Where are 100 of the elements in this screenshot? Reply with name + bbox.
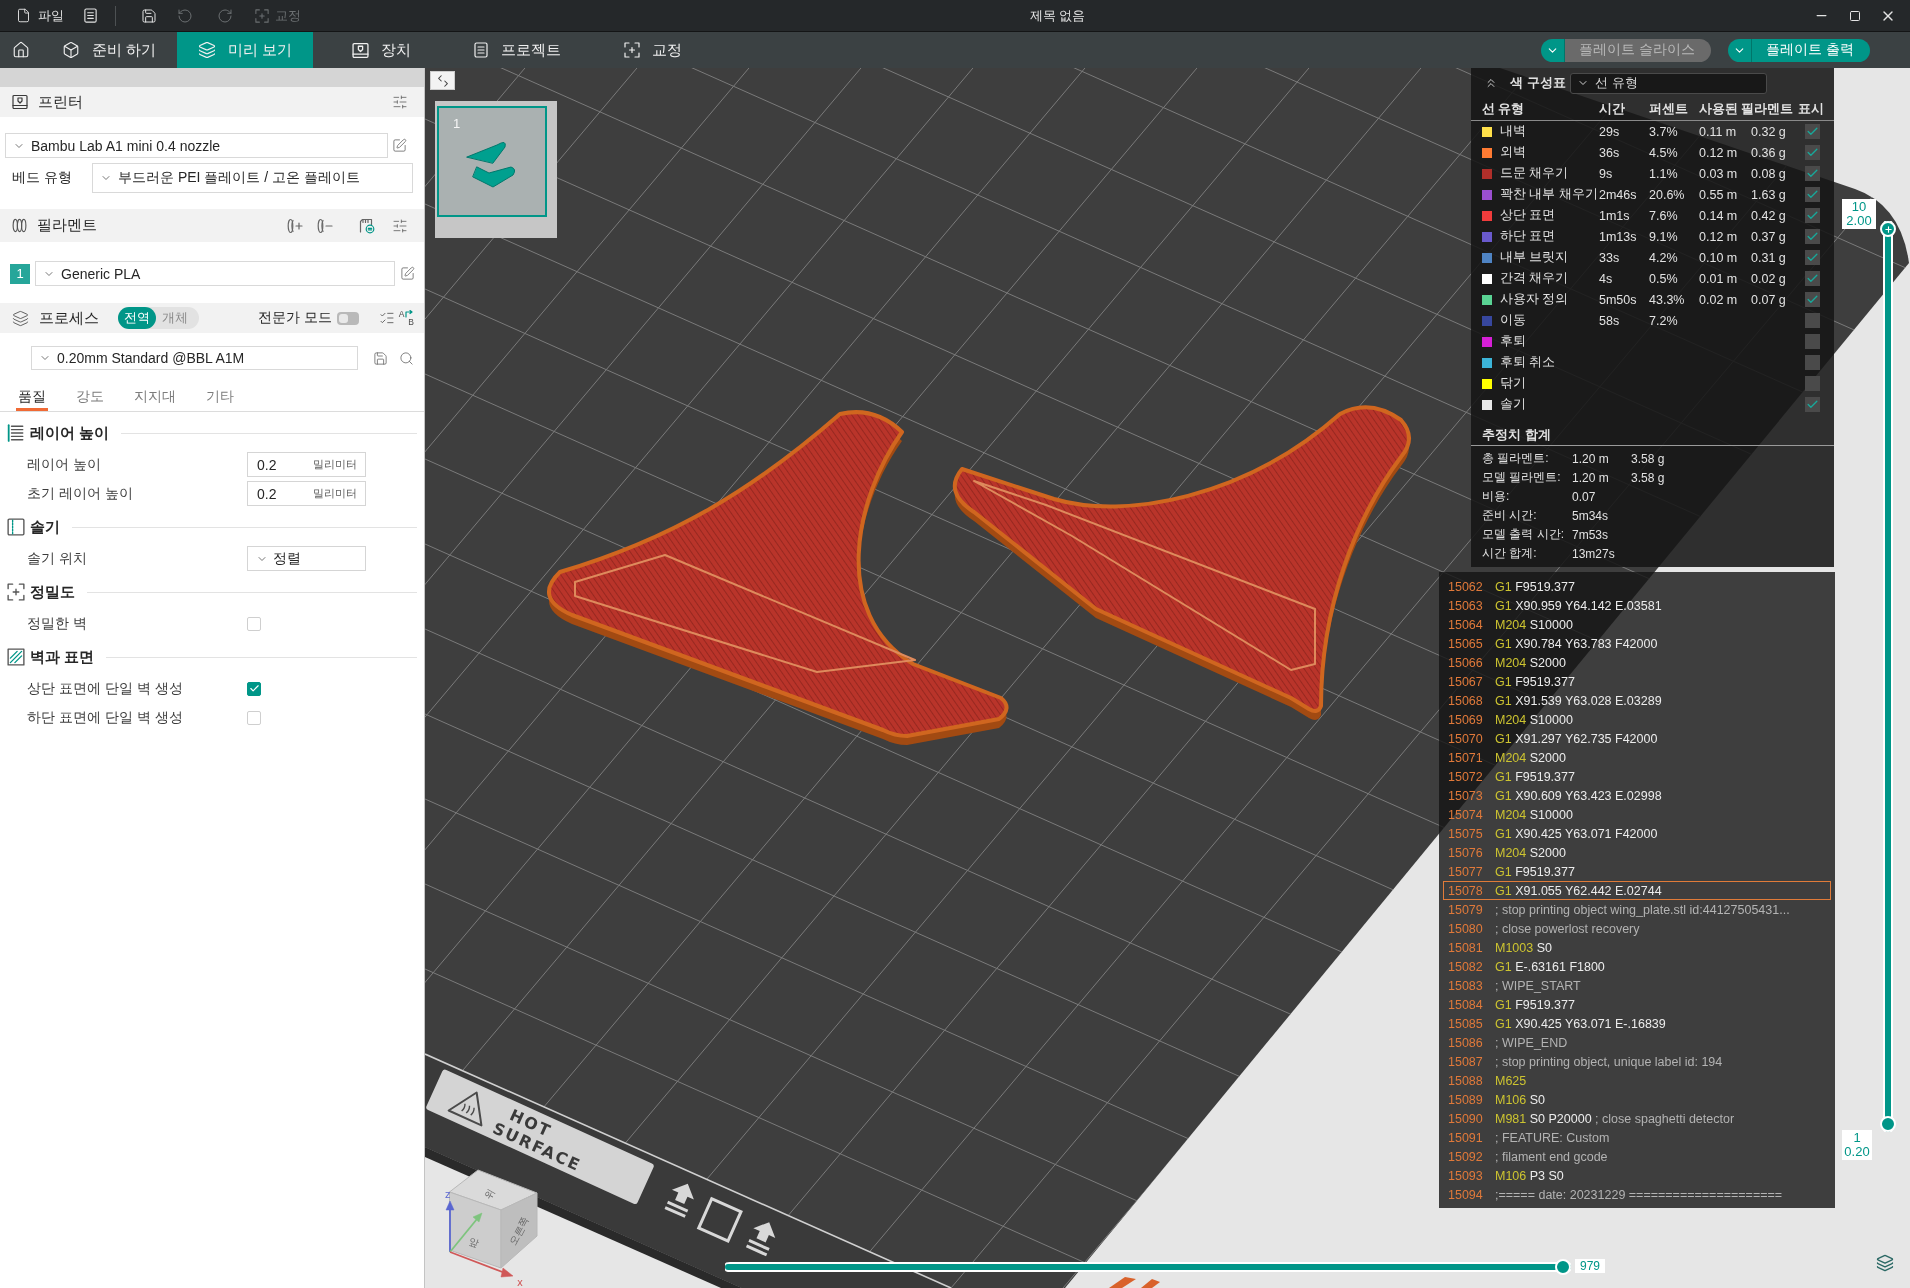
- edit-icon[interactable]: [400, 266, 415, 281]
- visibility-checkbox[interactable]: [1805, 355, 1820, 370]
- collapse-icon[interactable]: [1484, 76, 1498, 90]
- gcode-line[interactable]: 15068 G1 X91.539 Y63.028 E.03289: [1443, 691, 1831, 710]
- gcode-line[interactable]: 15077 G1 F9519.377: [1443, 862, 1831, 881]
- gcode-line[interactable]: 15094 ;===== date: 20231229 =====================: [1443, 1185, 1831, 1204]
- visibility-checkbox[interactable]: [1805, 334, 1820, 349]
- add-spool-icon[interactable]: [287, 217, 303, 234]
- gcode-line[interactable]: 15063 G1 X90.959 Y64.142 E.03581: [1443, 596, 1831, 615]
- line-number: 15087: [1448, 1054, 1484, 1069]
- search-icon[interactable]: [399, 350, 414, 366]
- visibility-checkbox[interactable]: [1805, 397, 1820, 412]
- column-header: 퍼센트: [1649, 100, 1689, 118]
- remove-spool-icon[interactable]: [317, 217, 333, 234]
- visibility-checkbox[interactable]: [1805, 124, 1820, 139]
- gcode-line[interactable]: 15088 M625: [1443, 1071, 1831, 1090]
- visibility-checkbox[interactable]: [1805, 250, 1820, 265]
- bed-type-dropdown[interactable]: 부드러운 PEI 플레이트 / 고온 플레이트: [92, 163, 413, 193]
- gcode-line[interactable]: 15082 G1 E-.63161 F1800: [1443, 957, 1831, 976]
- gcode-line[interactable]: 15076 M204 S2000: [1443, 843, 1831, 862]
- checkbox[interactable]: [247, 616, 261, 631]
- settings-tab[interactable]: 지지대: [132, 385, 178, 411]
- gcode-line[interactable]: 15072 G1 F9519.377: [1443, 767, 1831, 786]
- file-menu-button[interactable]: 파일: [8, 2, 72, 29]
- slider-thumb[interactable]: [1555, 1259, 1571, 1275]
- gcode-line[interactable]: 15085 G1 X90.425 Y63.071 E-.16839: [1443, 1014, 1831, 1033]
- options-button[interactable]: [1728, 38, 1753, 62]
- sliders-icon[interactable]: [392, 217, 408, 234]
- visibility-checkbox[interactable]: [1805, 187, 1820, 202]
- gcode-line[interactable]: 15090 M981 S0 P20000 ; close spaghetti detector: [1443, 1109, 1831, 1128]
- number-field[interactable]: 0.2 밀리미터: [247, 452, 366, 477]
- save-icon[interactable]: [141, 7, 157, 24]
- visibility-checkbox[interactable]: [1805, 271, 1820, 286]
- gcode-line[interactable]: 15083 ; WIPE_START: [1443, 976, 1831, 995]
- visibility-checkbox[interactable]: [1805, 313, 1820, 328]
- gcode-line[interactable]: 15069 M204 S10000: [1443, 710, 1831, 729]
- select-dropdown[interactable]: 정렬: [247, 546, 366, 571]
- calibration-tab[interactable]: 교정: [585, 32, 721, 68]
- gcode-line[interactable]: 15067 G1 F9519.377: [1443, 672, 1831, 691]
- checkbox[interactable]: [247, 681, 261, 696]
- gcode-line[interactable]: 15074 M204 S10000: [1443, 805, 1831, 824]
- list-icon[interactable]: [379, 310, 395, 326]
- visibility-checkbox[interactable]: [1805, 229, 1820, 244]
- plate-action-button[interactable]: 플레이트 출력: [1752, 38, 1870, 62]
- printer-icon: [351, 41, 369, 59]
- project-tab[interactable]: 프로젝트: [449, 32, 585, 68]
- gcode-line[interactable]: 15089 M106 S0: [1443, 1090, 1831, 1109]
- expert-mode-switch[interactable]: [337, 311, 359, 325]
- layer-height-icon: [7, 424, 25, 442]
- checkbox[interactable]: [247, 710, 261, 725]
- printer-preset-dropdown[interactable]: Bambu Lab A1 mini 0.4 nozzle: [5, 133, 388, 158]
- card-icon[interactable]: [359, 217, 375, 234]
- gcode-line[interactable]: 15073 G1 X90.609 Y63.423 E.02998: [1443, 786, 1831, 805]
- visibility-checkbox[interactable]: [1805, 376, 1820, 391]
- visibility-checkbox[interactable]: [1805, 166, 1820, 181]
- gcode-line[interactable]: 15065 G1 X90.784 Y63.783 F42000: [1443, 634, 1831, 653]
- gcode-line[interactable]: 15062 G1 F9519.377: [1443, 577, 1831, 596]
- compare-button[interactable]: A B: [398, 310, 414, 326]
- checkmark-icon: [1806, 188, 1819, 201]
- prepare-tab[interactable]: 준비 하기: [41, 32, 177, 68]
- visibility-checkbox[interactable]: [1805, 208, 1820, 223]
- layers-icon[interactable]: [1876, 1254, 1894, 1272]
- view-cube[interactable]: [449, 1169, 538, 1269]
- layer-slider-track[interactable]: [1880, 221, 1896, 1132]
- sidebar-toggle-button[interactable]: [430, 71, 455, 90]
- slider-thumb[interactable]: [1880, 1116, 1896, 1132]
- color-scheme-dropdown[interactable]: 선 유형: [1570, 72, 1767, 94]
- gcode-line[interactable]: 15091 ; FEATURE: Custom: [1443, 1128, 1831, 1147]
- gcode-line[interactable]: 15066 M204 S2000: [1443, 653, 1831, 672]
- gcode-text: G1 X91.055 Y62.442 E.02744: [1495, 883, 1662, 898]
- scope-toggle[interactable]: 전역 개체: [118, 307, 199, 329]
- gcode-line[interactable]: 15093 M106 P3 S0: [1443, 1166, 1831, 1185]
- settings-tab[interactable]: 품질: [16, 385, 48, 411]
- gcode-line[interactable]: 15080 ; close powerlost recovery: [1443, 919, 1831, 938]
- visibility-checkbox[interactable]: [1805, 145, 1820, 160]
- process-preset-dropdown[interactable]: 0.20mm Standard @BBL A1M: [31, 346, 358, 370]
- gcode-line[interactable]: 15087 ; stop printing object, unique label id: 194: [1443, 1052, 1831, 1071]
- gcode-line[interactable]: 15084 G1 F9519.377: [1443, 995, 1831, 1014]
- gcode-text: G1 X90.425 Y63.071 E-.16839: [1495, 1016, 1666, 1031]
- scope-option[interactable]: 전역: [118, 307, 156, 329]
- gcode-line[interactable]: 15070 G1 X91.297 Y62.735 F42000: [1443, 729, 1831, 748]
- maximize-icon[interactable]: [1848, 9, 1861, 22]
- settings-tab[interactable]: 기타: [204, 385, 236, 411]
- layer-number: 1: [1853, 1131, 1861, 1145]
- menu-icon[interactable]: [82, 8, 98, 23]
- gcode-line[interactable]: 15064 M204 S10000: [1443, 615, 1831, 634]
- edit-icon[interactable]: [392, 138, 407, 153]
- gcode-line[interactable]: 15079 ; stop printing object wing_plate.stl id:44127505431...: [1443, 900, 1831, 919]
- device-tab[interactable]: 장치: [313, 32, 449, 68]
- gcode-line[interactable]: 15092 ; filament end gcode: [1443, 1147, 1831, 1166]
- visibility-checkbox[interactable]: [1805, 292, 1820, 307]
- filament-preset-dropdown[interactable]: Generic PLA: [35, 261, 395, 286]
- settings-tab[interactable]: 강도: [74, 385, 106, 411]
- options-button[interactable]: [1541, 38, 1566, 62]
- sliders-icon[interactable]: [392, 94, 408, 110]
- gcode-line[interactable]: 15081 M1003 S0: [1443, 938, 1831, 957]
- gcode-line[interactable]: 15071 M204 S2000: [1443, 748, 1831, 767]
- number-field[interactable]: 0.2 밀리미터: [247, 481, 366, 506]
- gcode-line[interactable]: 15086 ; WIPE_END: [1443, 1033, 1831, 1052]
- gcode-line[interactable]: 15075 G1 X90.425 Y63.071 F42000: [1443, 824, 1831, 843]
